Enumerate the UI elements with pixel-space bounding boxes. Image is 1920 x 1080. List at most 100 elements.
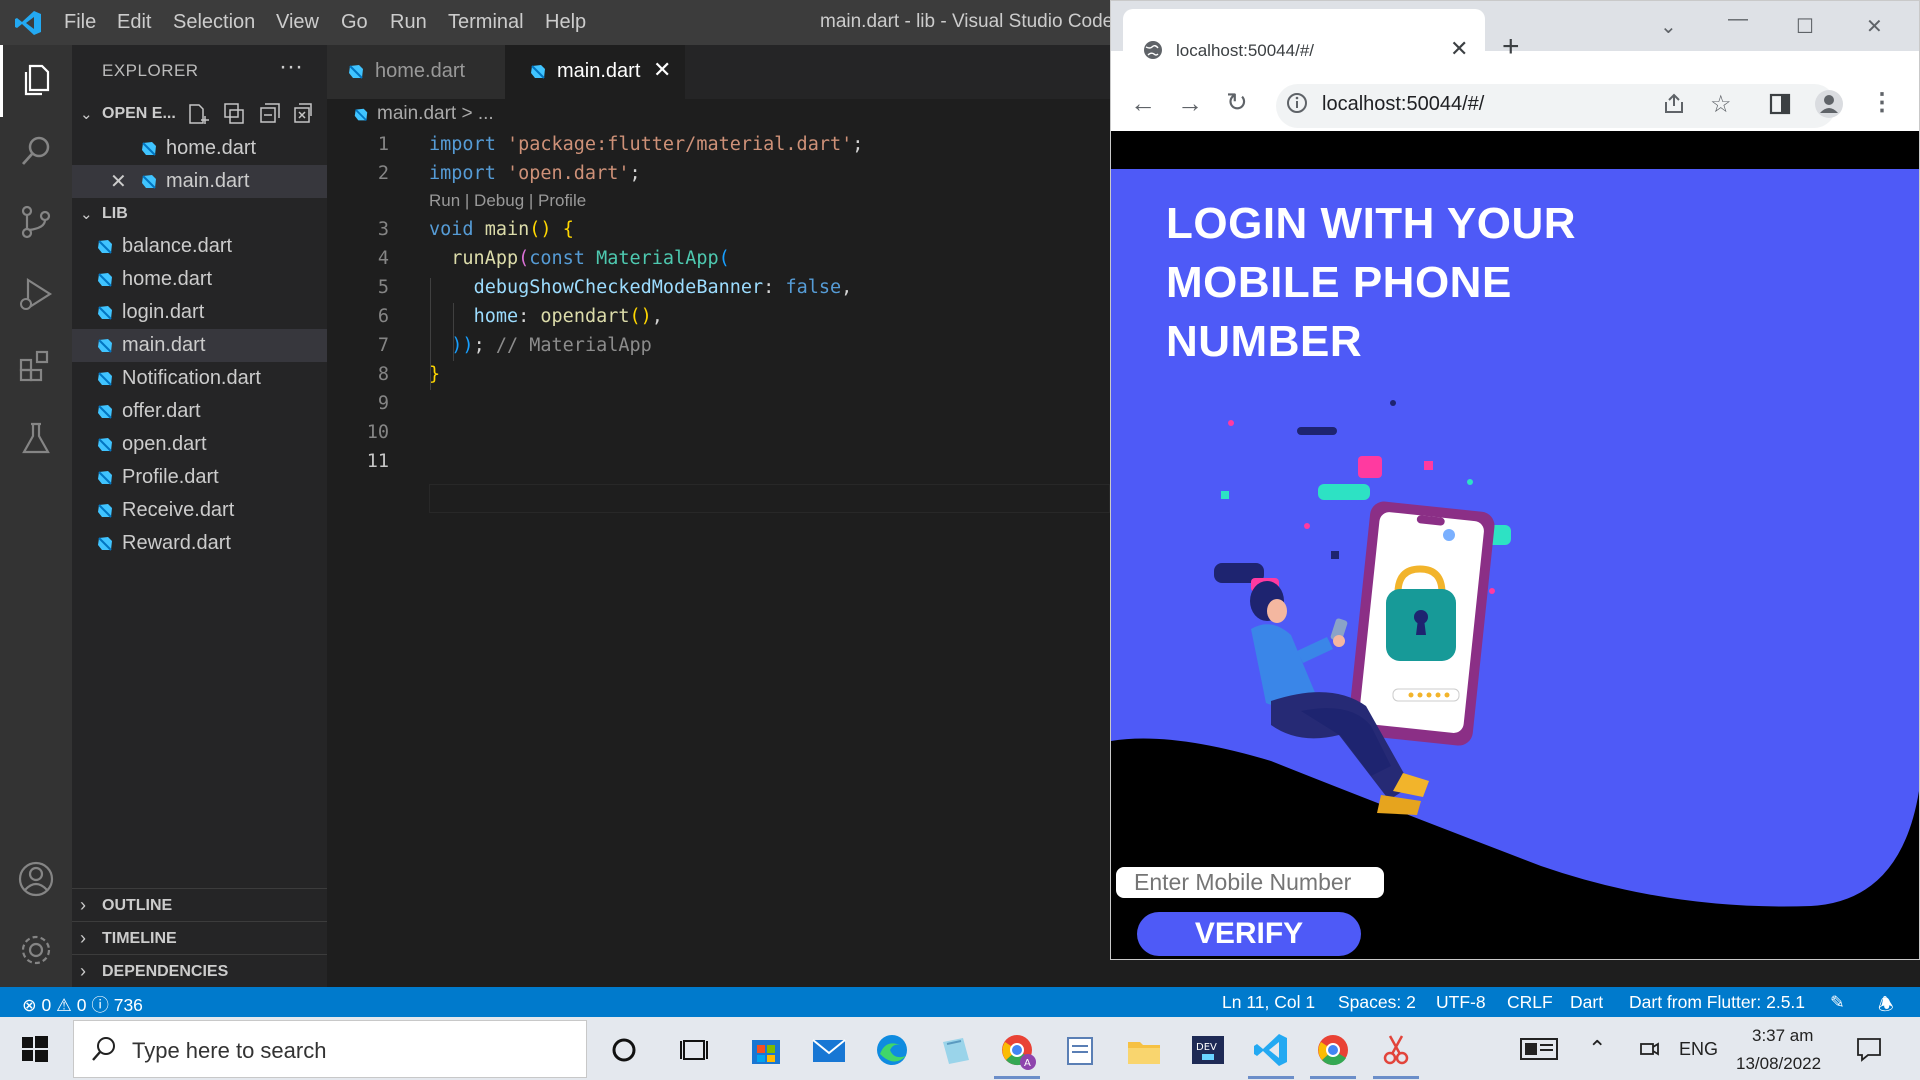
code-line-11[interactable]: 11 bbox=[327, 448, 1110, 477]
lib-folder-header[interactable]: LIB bbox=[102, 205, 128, 223]
tab-search-chevron-icon[interactable]: ⌄ bbox=[1660, 14, 1677, 39]
code-line-8[interactable]: 8 } bbox=[327, 361, 1110, 390]
file-item-profile[interactable]: Profile.dart bbox=[72, 461, 327, 494]
settings-gear-icon[interactable] bbox=[16, 930, 56, 970]
close-tab-icon[interactable]: ✕ bbox=[653, 57, 671, 83]
meet-now-icon[interactable] bbox=[1638, 1038, 1660, 1060]
code-line-5[interactable]: 5 debugShowCheckedModeBanner: false, bbox=[327, 274, 1110, 303]
language-mode[interactable]: Dart bbox=[1570, 992, 1603, 1013]
input-language[interactable]: ENG bbox=[1679, 1039, 1718, 1060]
timeline-section[interactable]: › TIMELINE bbox=[72, 921, 327, 954]
reload-icon[interactable]: ↻ bbox=[1226, 87, 1248, 118]
site-info-icon[interactable] bbox=[1286, 92, 1308, 114]
outline-section[interactable]: › OUTLINE bbox=[72, 888, 327, 921]
encoding-status[interactable]: UTF-8 bbox=[1436, 992, 1486, 1013]
notepad-app-icon[interactable] bbox=[935, 1030, 975, 1070]
flutter-sdk-status[interactable]: Dart from Flutter: 2.5.1 bbox=[1629, 992, 1805, 1013]
dev-tools-icon[interactable]: DEV bbox=[1188, 1030, 1228, 1070]
codelens-run-debug-profile[interactable]: Run | Debug | Profile bbox=[429, 191, 586, 211]
feedback-icon[interactable]: ✎ bbox=[1830, 992, 1845, 1013]
code-line-1[interactable]: 1 import 'package:flutter/material.dart'… bbox=[327, 131, 1110, 160]
code-editor[interactable]: home.dart main.dart ✕ main.dart > ... 1 … bbox=[327, 45, 1110, 987]
action-center-icon[interactable] bbox=[1855, 1036, 1883, 1062]
open-editors-chevron-icon[interactable]: ⌄ bbox=[80, 105, 93, 123]
code-line-7[interactable]: 7 )); // MaterialApp bbox=[327, 332, 1110, 361]
open-editor-item-home[interactable]: home.dart bbox=[72, 132, 327, 165]
extensions-icon[interactable] bbox=[16, 346, 56, 386]
explorer-more-icon[interactable]: ··· bbox=[279, 53, 303, 81]
verify-button[interactable]: VERIFY bbox=[1137, 912, 1361, 956]
code-line-10[interactable]: 10 bbox=[327, 419, 1110, 448]
windows-start-icon[interactable] bbox=[22, 1036, 48, 1062]
show-hidden-icons-chevron-icon[interactable]: ⌃ bbox=[1588, 1036, 1606, 1062]
minimize-icon[interactable]: — bbox=[1728, 8, 1748, 31]
open-editor-item-main[interactable]: ✕ main.dart bbox=[72, 165, 327, 198]
share-icon[interactable] bbox=[1662, 92, 1686, 116]
file-item-receive[interactable]: Receive.dart bbox=[72, 494, 327, 527]
edge-browser-icon[interactable] bbox=[872, 1030, 912, 1070]
file-item-balance[interactable]: balance.dart bbox=[72, 230, 327, 263]
code-line-3[interactable]: 3 void main() { bbox=[327, 216, 1110, 245]
code-punct: : bbox=[763, 277, 775, 298]
file-item-main[interactable]: main.dart bbox=[72, 329, 327, 362]
cortana-icon[interactable] bbox=[604, 1030, 644, 1070]
side-panel-icon[interactable] bbox=[1768, 92, 1792, 116]
chrome-profile-icon[interactable]: A bbox=[997, 1030, 1037, 1070]
document-app-icon[interactable] bbox=[1060, 1030, 1100, 1070]
account-icon[interactable] bbox=[16, 859, 56, 899]
search-icon[interactable] bbox=[16, 131, 56, 171]
code-line-4[interactable]: 4 runApp(const MaterialApp( bbox=[327, 245, 1110, 274]
code-line-6[interactable]: 6 home: opendart(), bbox=[327, 303, 1110, 332]
menu-help[interactable]: Help bbox=[545, 11, 586, 34]
tab-main-dart[interactable]: main.dart ✕ bbox=[505, 45, 685, 99]
browser-tab-close-icon[interactable]: ✕ bbox=[1450, 36, 1468, 62]
run-debug-icon[interactable] bbox=[16, 274, 56, 314]
testing-icon[interactable] bbox=[16, 418, 56, 458]
cursor-position[interactable]: Ln 11, Col 1 bbox=[1222, 992, 1315, 1013]
file-item-home[interactable]: home.dart bbox=[72, 263, 327, 296]
news-widget-icon[interactable] bbox=[1520, 1037, 1558, 1061]
chrome-icon[interactable] bbox=[1313, 1030, 1353, 1070]
tab-home-dart[interactable]: home.dart bbox=[327, 45, 505, 99]
new-tab-icon[interactable]: + bbox=[1502, 30, 1520, 64]
dependencies-section[interactable]: › DEPENDENCIES bbox=[72, 954, 327, 987]
lib-chevron-icon[interactable]: ⌄ bbox=[80, 205, 93, 223]
profile-avatar[interactable] bbox=[1814, 89, 1844, 119]
source-control-icon[interactable] bbox=[16, 202, 56, 242]
microsoft-store-icon[interactable] bbox=[746, 1030, 786, 1070]
menu-go[interactable]: Go bbox=[341, 11, 368, 34]
bookmark-star-icon[interactable]: ☆ bbox=[1710, 90, 1732, 119]
menu-file[interactable]: File bbox=[64, 11, 96, 34]
code-line-9[interactable]: 9 bbox=[327, 390, 1110, 419]
menu-terminal[interactable]: Terminal bbox=[448, 11, 524, 34]
task-view-icon[interactable] bbox=[675, 1030, 715, 1070]
open-editors-header[interactable]: OPEN E... bbox=[102, 105, 176, 123]
file-item-reward[interactable]: Reward.dart bbox=[72, 527, 327, 560]
code-line-2[interactable]: 2 import 'open.dart'; bbox=[327, 160, 1110, 189]
mail-icon[interactable] bbox=[809, 1030, 849, 1070]
snipping-tool-icon[interactable] bbox=[1376, 1030, 1416, 1070]
clock-time[interactable]: 3:37 am bbox=[1752, 1026, 1813, 1046]
browser-menu-icon[interactable]: ⋮ bbox=[1870, 88, 1894, 117]
clock-date[interactable]: 13/08/2022 bbox=[1736, 1054, 1821, 1074]
file-item-notification[interactable]: Notification.dart bbox=[72, 362, 327, 395]
file-item-open[interactable]: open.dart bbox=[72, 428, 327, 461]
menu-view[interactable]: View bbox=[276, 11, 319, 34]
file-explorer-icon[interactable] bbox=[1124, 1030, 1164, 1070]
back-arrow-icon[interactable]: ← bbox=[1130, 88, 1156, 119]
maximize-icon[interactable]: ☐ bbox=[1796, 14, 1814, 39]
indentation-status[interactable]: Spaces: 2 bbox=[1338, 992, 1416, 1013]
file-item-offer[interactable]: offer.dart bbox=[72, 395, 327, 428]
forward-arrow-icon[interactable]: → bbox=[1177, 88, 1203, 119]
explorer-icon[interactable] bbox=[16, 60, 56, 100]
menu-run[interactable]: Run bbox=[390, 11, 427, 34]
mobile-number-input[interactable] bbox=[1114, 865, 1386, 900]
menu-edit[interactable]: Edit bbox=[117, 11, 151, 34]
menu-selection[interactable]: Selection bbox=[173, 11, 255, 34]
window-close-icon[interactable]: ✕ bbox=[1866, 14, 1883, 39]
vscode-taskbar-icon[interactable] bbox=[1251, 1030, 1291, 1070]
file-item-login[interactable]: login.dart bbox=[72, 296, 327, 329]
close-editor-icon[interactable]: ✕ bbox=[110, 169, 127, 194]
problems-indicator[interactable]: ⊗ 0 ⚠ 0 ⓘ 736 bbox=[22, 992, 143, 1017]
eol-status[interactable]: CRLF bbox=[1507, 992, 1553, 1013]
